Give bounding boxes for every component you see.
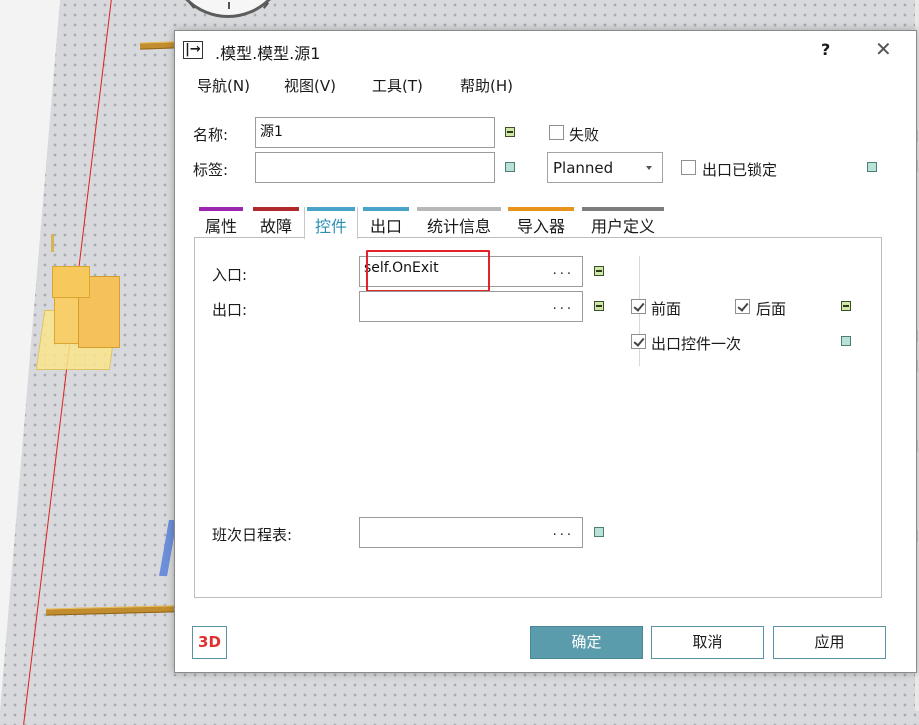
exit-label: 出口: <box>212 301 248 319</box>
menu-tools[interactable]: 工具(T) <box>372 75 423 96</box>
shift-calendar-label: 班次日程表: <box>212 526 293 544</box>
front-checkbox[interactable] <box>631 299 646 314</box>
highlight-box <box>366 250 490 292</box>
tag-label: 标签: <box>193 161 229 179</box>
name-inherit-indicator[interactable] <box>505 127 515 137</box>
shift-calendar-inherit-indicator[interactable] <box>594 527 604 537</box>
conveyor-bottom <box>45 605 175 616</box>
menu-view[interactable]: 视图(V) <box>284 75 336 96</box>
tag-field[interactable] <box>255 152 495 183</box>
entry-browse-button[interactable]: ... <box>553 263 574 278</box>
ok-button[interactable]: 确定 <box>530 626 643 659</box>
source-3d-object[interactable] <box>35 234 128 375</box>
menu-bar: 导航(N) 视图(V) 工具(T) 帮助(H) <box>175 69 916 99</box>
controls-panel: 入口: self.OnExit ... 出口: ... 前面 后面 出口控件一次… <box>194 237 882 598</box>
apply-button[interactable]: 应用 <box>773 626 886 659</box>
cancel-button[interactable]: 取消 <box>651 626 764 659</box>
fail-checkbox[interactable] <box>549 125 564 140</box>
failure-mode-select[interactable]: Planned <box>547 152 663 183</box>
exit-inherit-indicator[interactable] <box>594 301 604 311</box>
exit-control-field[interactable]: ... <box>359 291 583 322</box>
tab-attributes[interactable]: 属性 <box>197 207 245 237</box>
tab-exit[interactable]: 出口 <box>361 207 411 237</box>
rear-checkbox[interactable] <box>735 299 750 314</box>
exit-locked-label: 出口已锁定 <box>702 161 778 179</box>
name-field[interactable]: 源1 <box>255 117 495 148</box>
rear-label: 后面 <box>756 300 787 318</box>
exit-locked-checkbox[interactable] <box>681 160 696 175</box>
conveyor-top <box>139 41 177 50</box>
menu-navigate[interactable]: 导航(N) <box>197 75 250 96</box>
source-dialog: |→ .模型.模型.源1 ? ✕ 导航(N) 视图(V) 工具(T) 帮助(H)… <box>174 30 917 673</box>
tag-inherit-indicator[interactable] <box>505 162 515 172</box>
source-object-icon: |→ <box>183 41 203 59</box>
tab-importer[interactable]: 导入器 <box>506 207 576 237</box>
exit-browse-button[interactable]: ... <box>553 298 574 313</box>
tab-failures[interactable]: 故障 <box>251 207 301 237</box>
failure-mode-value: Planned <box>553 159 614 177</box>
tab-controls[interactable]: 控件 <box>304 207 358 239</box>
front-rear-inherit-indicator[interactable] <box>841 301 851 311</box>
close-icon[interactable]: ✕ <box>875 37 892 61</box>
tab-statistics[interactable]: 统计信息 <box>415 207 503 237</box>
exit-once-inherit-indicator[interactable] <box>841 336 851 346</box>
fail-label: 失败 <box>569 126 600 144</box>
exit-once-label: 出口控件一次 <box>651 335 742 353</box>
tab-user-defined[interactable]: 用户定义 <box>580 207 666 237</box>
exit-once-checkbox[interactable] <box>631 334 646 349</box>
title-bar[interactable]: |→ .模型.模型.源1 ? ✕ <box>175 31 916 69</box>
menu-help[interactable]: 帮助(H) <box>460 75 513 96</box>
shift-calendar-field[interactable]: ... <box>359 517 583 548</box>
shift-calendar-browse-button[interactable]: ... <box>553 524 574 539</box>
name-label: 名称: <box>193 126 229 144</box>
entry-inherit-indicator[interactable] <box>594 266 604 276</box>
dialog-title: .模型.模型.源1 <box>215 44 321 63</box>
entry-label: 入口: <box>212 266 248 284</box>
exit-locked-inherit-indicator[interactable] <box>867 162 877 172</box>
front-label: 前面 <box>651 300 682 318</box>
chevron-down-icon <box>646 166 652 170</box>
open-3d-button[interactable]: 3D <box>192 626 227 659</box>
help-button[interactable]: ? <box>821 40 830 59</box>
clock-icon <box>168 0 288 18</box>
